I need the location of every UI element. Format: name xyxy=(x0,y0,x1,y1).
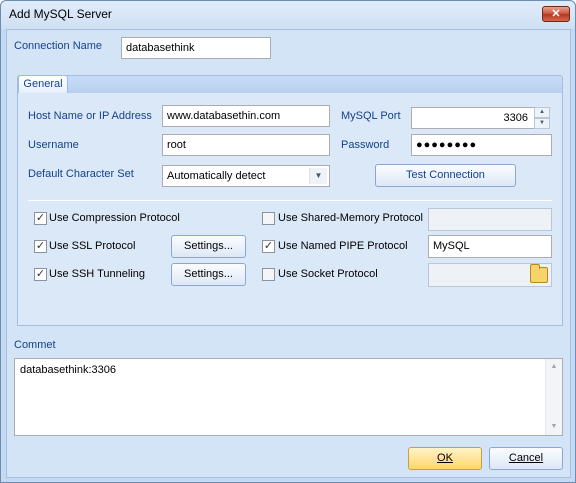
spin-up-icon[interactable]: ▲ xyxy=(534,107,550,118)
test-connection-button[interactable]: Test Connection xyxy=(375,164,516,187)
check-icon: ✓ xyxy=(35,212,46,224)
ssh-settings-button[interactable]: Settings... xyxy=(171,263,246,286)
ssh-checkbox[interactable]: ✓ xyxy=(34,268,47,281)
charset-value: Automatically detect xyxy=(167,170,266,182)
compression-checkbox[interactable]: ✓ xyxy=(34,212,47,225)
close-button[interactable]: ✕ xyxy=(542,6,570,22)
charset-label: Default Character Set xyxy=(28,168,134,180)
ok-label: OK xyxy=(437,452,453,464)
close-icon: ✕ xyxy=(551,8,561,20)
port-label: MySQL Port xyxy=(341,110,401,122)
password-input[interactable]: ●●●●●●●● xyxy=(411,134,552,156)
charset-select[interactable]: Automatically detect ▼ xyxy=(162,165,330,187)
shared-memory-input[interactable] xyxy=(428,208,552,231)
check-icon: ✓ xyxy=(263,240,274,252)
check-icon: ✓ xyxy=(35,268,46,280)
tab-strip xyxy=(17,75,563,93)
comment-textarea[interactable]: databasethink:3306 ▲ ▼ xyxy=(14,358,563,436)
named-pipe-checkbox[interactable]: ✓ xyxy=(262,240,275,253)
check-icon: ✓ xyxy=(35,240,46,252)
spin-down-icon[interactable]: ▼ xyxy=(534,118,550,129)
ssh-label: Use SSH Tunneling xyxy=(49,268,145,280)
cancel-button[interactable]: Cancel xyxy=(489,447,563,470)
host-input[interactable]: www.databasethin.com xyxy=(162,105,330,127)
tab-general[interactable]: General xyxy=(18,75,68,93)
shared-memory-label: Use Shared-Memory Protocol xyxy=(278,212,423,224)
ok-button[interactable]: OK xyxy=(408,447,482,470)
named-pipe-input[interactable]: MySQL xyxy=(428,235,552,258)
window-title: Add MySQL Server xyxy=(9,7,112,21)
connection-name-input[interactable]: databasethink xyxy=(121,37,271,59)
title-bar: Add MySQL Server ✕ xyxy=(1,1,575,29)
ssl-settings-button[interactable]: Settings... xyxy=(171,235,246,258)
host-label: Host Name or IP Address xyxy=(28,110,152,122)
scroll-up-icon[interactable]: ▲ xyxy=(546,359,562,375)
comment-text: databasethink:3306 xyxy=(20,364,117,376)
folder-open-icon[interactable] xyxy=(530,264,548,283)
add-mysql-server-dialog: Add MySQL Server ✕ Connection Name datab… xyxy=(0,0,576,483)
shared-memory-checkbox[interactable] xyxy=(262,212,275,225)
named-pipe-label: Use Named PIPE Protocol xyxy=(278,240,408,252)
compression-label: Use Compression Protocol xyxy=(49,212,180,224)
username-input[interactable]: root xyxy=(162,134,330,156)
connection-name-label: Connection Name xyxy=(14,40,103,52)
username-label: Username xyxy=(28,139,79,151)
cancel-label: Cancel xyxy=(508,452,544,464)
comment-scrollbar[interactable]: ▲ ▼ xyxy=(545,359,562,435)
socket-label: Use Socket Protocol xyxy=(278,268,378,280)
password-label: Password xyxy=(341,139,390,151)
comment-label: Commet xyxy=(14,339,56,351)
ssl-label: Use SSL Protocol xyxy=(49,240,136,252)
options-divider xyxy=(28,200,552,201)
socket-checkbox[interactable] xyxy=(262,268,275,281)
ssl-checkbox[interactable]: ✓ xyxy=(34,240,47,253)
scroll-down-icon[interactable]: ▼ xyxy=(546,419,562,435)
chevron-down-icon[interactable]: ▼ xyxy=(309,168,327,184)
port-spinner[interactable]: ▲ ▼ xyxy=(534,107,550,129)
port-input[interactable]: 3306 xyxy=(411,107,535,129)
